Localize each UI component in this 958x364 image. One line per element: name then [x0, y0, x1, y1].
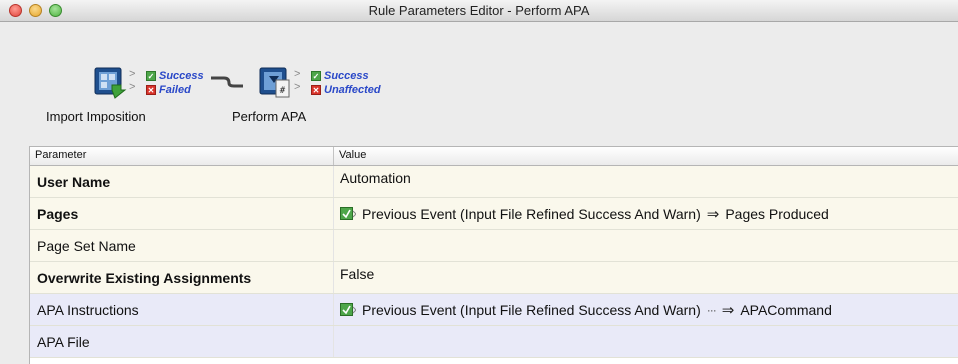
parameter-value[interactable]: Previous Event (Input File Refined Succe…	[334, 198, 958, 229]
x-icon: ✕	[146, 85, 156, 95]
outcome-chevron-icon: >	[294, 81, 301, 93]
parameters-table: Parameter Value User Name Automation Pag…	[29, 146, 958, 364]
rule-flow: > > ✓ Success ✕ Failed Import Imposition…	[0, 66, 958, 136]
perform-apa-icon[interactable]: #	[258, 66, 292, 100]
node-label-import-imposition: Import Imposition	[46, 109, 146, 124]
table-row-user-name[interactable]: User Name Automation	[30, 166, 958, 198]
parameter-name: APA Instructions	[30, 294, 334, 325]
parameter-name: Overwrite Existing Assignments	[30, 262, 334, 293]
table-row-overwrite-existing-assignments[interactable]: Overwrite Existing Assignments False	[30, 262, 958, 294]
parameter-name: User Name	[30, 166, 334, 197]
parameter-name: Pages	[30, 198, 334, 229]
table-row-pages[interactable]: Pages Previous Event (Input File Refined…	[30, 198, 958, 230]
table-row-apa-file[interactable]: APA File	[30, 326, 958, 358]
parameter-value[interactable]: False	[334, 262, 958, 293]
check-icon: ✓	[146, 71, 156, 81]
parameter-name: Page Set Name	[30, 230, 334, 261]
import-outcome-success[interactable]: ✓ Success	[146, 70, 204, 82]
connector-arrow-icon	[211, 76, 243, 88]
table-row-apa-instructions[interactable]: APA Instructions Previous Event (Input F…	[30, 294, 958, 326]
svg-text:#: #	[280, 86, 286, 96]
parameter-name: APA File	[30, 326, 334, 357]
parameter-value[interactable]: Previous Event (Input File Refined Succe…	[334, 294, 958, 325]
import-imposition-icon[interactable]	[93, 66, 127, 100]
event-reference-icon	[340, 206, 356, 220]
import-outcome-failed[interactable]: ✕ Failed	[146, 84, 191, 96]
maps-to-arrow-icon: ⇒	[706, 205, 720, 223]
outcome-chevron-icon: >	[294, 68, 301, 80]
table-row-page-set-name[interactable]: Page Set Name	[30, 230, 958, 262]
column-header-parameter[interactable]: Parameter	[30, 147, 334, 165]
x-icon: ✕	[311, 85, 321, 95]
outcome-chevron-icon: >	[129, 81, 136, 93]
table-header: Parameter Value	[30, 147, 958, 166]
apa-outcome-success[interactable]: ✓ Success	[311, 70, 369, 82]
window-title: Rule Parameters Editor - Perform APA	[368, 3, 590, 18]
more-ellipsis[interactable]: ···	[707, 303, 717, 317]
event-reference-icon	[340, 302, 356, 316]
check-icon: ✓	[311, 71, 321, 81]
window-titlebar: Rule Parameters Editor - Perform APA	[0, 0, 958, 22]
parameter-value[interactable]	[334, 230, 958, 261]
maps-to-arrow-icon: ⇒	[721, 301, 735, 319]
apa-outcome-unaffected[interactable]: ✕ Unaffected	[311, 84, 381, 96]
outcome-chevron-icon: >	[129, 68, 136, 80]
node-label-perform-apa: Perform APA	[232, 109, 307, 124]
column-header-value[interactable]: Value	[334, 147, 958, 165]
parameter-value[interactable]: Automation	[334, 166, 958, 197]
parameter-value[interactable]	[334, 326, 958, 357]
